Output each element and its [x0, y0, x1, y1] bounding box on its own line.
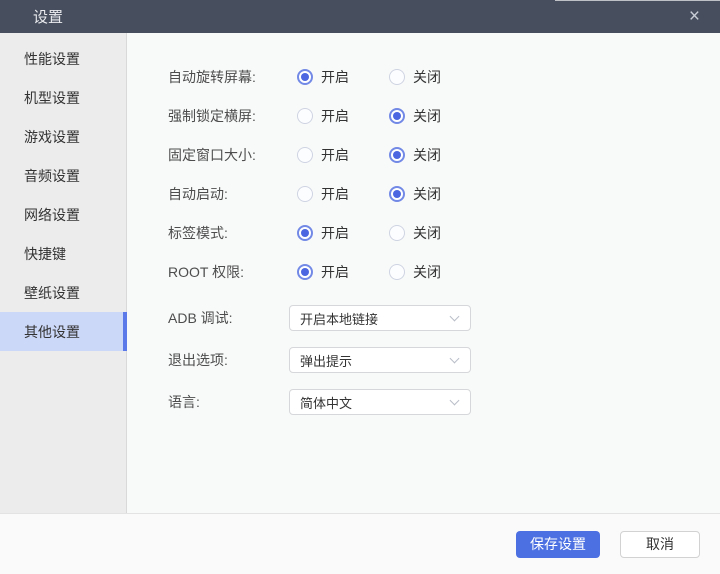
cancel-button[interactable]: 取消: [620, 531, 700, 558]
radio-label: 开启: [321, 223, 349, 243]
setting-label: 强制锁定横屏:: [168, 106, 289, 126]
radio-option-on[interactable]: 开启: [297, 145, 389, 165]
adb-debug-select[interactable]: 开启本地链接: [289, 305, 471, 331]
setting-row-force-landscape: 强制锁定横屏: 开启 关闭: [168, 96, 720, 135]
sidebar-item-wallpaper[interactable]: 壁纸设置: [0, 273, 126, 312]
radio-option-off[interactable]: 关闭: [389, 67, 481, 87]
save-button[interactable]: 保存设置: [516, 531, 600, 558]
language-select[interactable]: 简体中文: [289, 389, 471, 415]
footer: 保存设置 取消: [0, 513, 720, 574]
setting-label: 语言:: [168, 392, 289, 412]
radio-label: 关闭: [413, 145, 441, 165]
radio-icon[interactable]: [297, 108, 313, 124]
radio-dot: [301, 73, 309, 81]
radio-icon[interactable]: [389, 69, 405, 85]
radio-icon[interactable]: [297, 186, 313, 202]
radio-label: 关闭: [413, 184, 441, 204]
radio-option-on[interactable]: 开启: [297, 67, 389, 87]
background-window-edge: [555, 0, 720, 1]
close-icon[interactable]: ×: [689, 7, 700, 26]
setting-row-tab-mode: 标签模式: 开启 关闭: [168, 213, 720, 252]
setting-label: 退出选项:: [168, 350, 289, 370]
dropdown-settings-group: ADB 调试: 开启本地链接 退出选项: 弹出提示 语言:: [168, 297, 720, 423]
setting-row-language: 语言: 简体中文: [168, 381, 720, 423]
select-value: 弹出提示: [300, 351, 451, 370]
chevron-down-icon: [450, 354, 460, 364]
radio-label: 关闭: [413, 67, 441, 87]
sidebar-item-device-model[interactable]: 机型设置: [0, 78, 126, 117]
dialog-body: 性能设置 机型设置 游戏设置 音频设置 网络设置 快捷键 壁纸设置 其他设置 自…: [0, 33, 720, 513]
radio-group: 开启 关闭: [297, 106, 481, 126]
radio-label: 关闭: [413, 223, 441, 243]
radio-label: 关闭: [413, 262, 441, 282]
titlebar: 设置 ×: [0, 0, 720, 33]
setting-label: ROOT 权限:: [168, 262, 289, 282]
sidebar-item-other[interactable]: 其他设置: [0, 312, 126, 351]
radio-dot: [301, 268, 309, 276]
setting-label: ADB 调试:: [168, 308, 289, 328]
radio-group: 开启 关闭: [297, 67, 481, 87]
sidebar: 性能设置 机型设置 游戏设置 音频设置 网络设置 快捷键 壁纸设置 其他设置: [0, 33, 127, 513]
exit-option-select[interactable]: 弹出提示: [289, 347, 471, 373]
radio-option-on[interactable]: 开启: [297, 106, 389, 126]
select-value: 开启本地链接: [300, 309, 451, 328]
select-value: 简体中文: [300, 393, 451, 412]
sidebar-item-game[interactable]: 游戏设置: [0, 117, 126, 156]
setting-row-exit-option: 退出选项: 弹出提示: [168, 339, 720, 381]
radio-group: 开启 关闭: [297, 262, 481, 282]
radio-icon[interactable]: [389, 186, 405, 202]
radio-label: 开启: [321, 67, 349, 87]
radio-dot: [393, 190, 401, 198]
sidebar-item-performance[interactable]: 性能设置: [0, 39, 126, 78]
radio-group: 开启 关闭: [297, 145, 481, 165]
settings-dialog: 设置 × 性能设置 机型设置 游戏设置 音频设置 网络设置 快捷键 壁纸设置 其…: [0, 0, 720, 574]
radio-dot: [301, 229, 309, 237]
setting-row-adb-debug: ADB 调试: 开启本地链接: [168, 297, 720, 339]
setting-label: 标签模式:: [168, 223, 289, 243]
setting-label: 自动旋转屏幕:: [168, 67, 289, 87]
radio-icon[interactable]: [389, 108, 405, 124]
radio-group: 开启 关闭: [297, 184, 481, 204]
radio-icon[interactable]: [297, 147, 313, 163]
radio-option-off[interactable]: 关闭: [389, 262, 481, 282]
setting-label: 自动启动:: [168, 184, 289, 204]
radio-option-off[interactable]: 关闭: [389, 223, 481, 243]
radio-icon[interactable]: [389, 147, 405, 163]
radio-option-on[interactable]: 开启: [297, 223, 389, 243]
radio-label: 开启: [321, 145, 349, 165]
radio-group: 开启 关闭: [297, 223, 481, 243]
radio-option-off[interactable]: 关闭: [389, 145, 481, 165]
radio-icon[interactable]: [297, 225, 313, 241]
setting-row-auto-start: 自动启动: 开启 关闭: [168, 174, 720, 213]
radio-icon[interactable]: [389, 225, 405, 241]
sidebar-item-shortcuts[interactable]: 快捷键: [0, 234, 126, 273]
radio-option-on[interactable]: 开启: [297, 184, 389, 204]
radio-option-on[interactable]: 开启: [297, 262, 389, 282]
setting-row-root-permission: ROOT 权限: 开启 关闭: [168, 252, 720, 291]
chevron-down-icon: [450, 396, 460, 406]
radio-label: 开启: [321, 262, 349, 282]
radio-label: 开启: [321, 106, 349, 126]
radio-icon[interactable]: [389, 264, 405, 280]
dialog-title: 设置: [33, 6, 63, 27]
setting-row-auto-rotate: 自动旋转屏幕: 开启 关闭: [168, 57, 720, 96]
radio-dot: [393, 112, 401, 120]
radio-dot: [393, 151, 401, 159]
radio-option-off[interactable]: 关闭: [389, 184, 481, 204]
setting-row-fixed-window-size: 固定窗口大小: 开启 关闭: [168, 135, 720, 174]
sidebar-item-audio[interactable]: 音频设置: [0, 156, 126, 195]
sidebar-item-network[interactable]: 网络设置: [0, 195, 126, 234]
radio-label: 关闭: [413, 106, 441, 126]
radio-label: 开启: [321, 184, 349, 204]
radio-icon[interactable]: [297, 69, 313, 85]
radio-option-off[interactable]: 关闭: [389, 106, 481, 126]
setting-label: 固定窗口大小:: [168, 145, 289, 165]
settings-panel: 自动旋转屏幕: 开启 关闭 强制锁定横屏:: [127, 33, 720, 513]
radio-icon[interactable]: [297, 264, 313, 280]
chevron-down-icon: [450, 312, 460, 322]
